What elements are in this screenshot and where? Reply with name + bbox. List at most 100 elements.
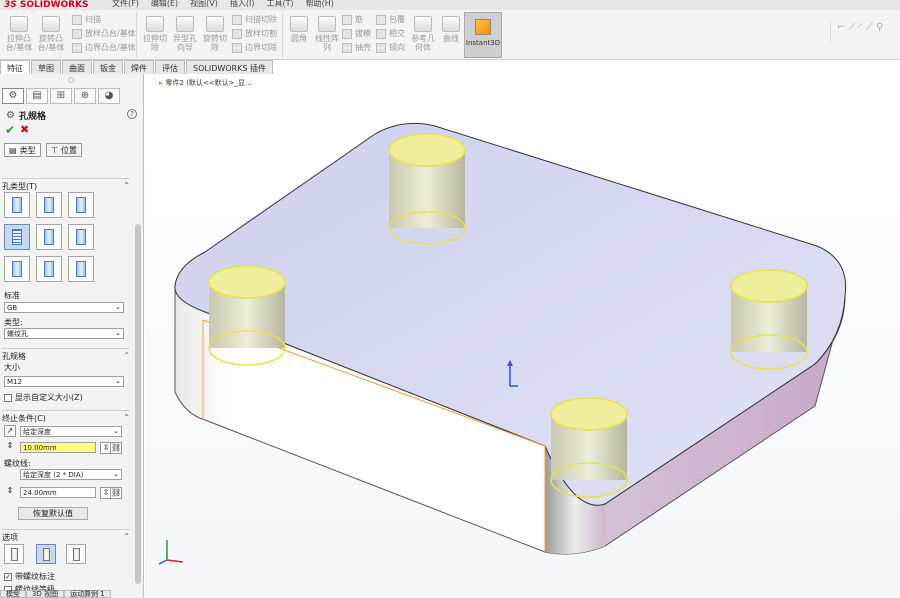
size-label: 大小 [4, 363, 20, 372]
feature-manager-tab-icon[interactable]: ⚙ [2, 88, 24, 104]
fillet-button[interactable]: 圆角 [284, 16, 314, 43]
collapse-chevron-icon[interactable]: ⌃ [123, 351, 130, 362]
draft-button[interactable]: 拔模 [342, 28, 371, 39]
tab-weldments[interactable]: 焊件 [124, 60, 154, 74]
standard-select[interactable]: GB ⌄ [4, 302, 124, 313]
intersect-button[interactable]: 相交 [376, 28, 405, 39]
tapered-tap-button[interactable] [36, 224, 62, 250]
options-header: 选项 [2, 533, 18, 542]
configuration-manager-tab-icon[interactable]: ⊞ [50, 88, 72, 104]
menu-help[interactable]: 帮助(H) [306, 0, 334, 9]
hole-type-grid [4, 192, 94, 282]
tab-addins[interactable]: SOLIDWORKS 插件 [186, 60, 273, 74]
menu-file[interactable]: 文件(F) [112, 0, 139, 9]
depth-field[interactable]: 10.00mm [20, 442, 96, 453]
options-section: 选项 ⌃ [2, 529, 130, 543]
chevron-down-icon: ⌄ [113, 427, 119, 435]
origin-triad-icon [507, 360, 518, 387]
sweep-cut-button[interactable]: 扫描切除 [232, 14, 277, 25]
display-manager-tab-icon[interactable]: ◕ [98, 88, 120, 104]
collapse-chevron-icon[interactable]: ⌃ [123, 532, 130, 543]
custom-size-checkbox[interactable]: 显示自定义大小(Z) [4, 392, 83, 403]
rib-button[interactable]: 筋 [342, 14, 363, 25]
sketch-tools-icon[interactable]: ⌐ ⟋ ◜ ⟋ ⚲ [830, 22, 898, 42]
panel-scrollbar[interactable] [135, 224, 141, 584]
simple-hole-button[interactable] [68, 192, 94, 218]
breadcrumb[interactable]: ▸ 零件2 (默认<<默认>_显... [159, 78, 252, 88]
curves-button[interactable]: 曲线 [436, 16, 466, 43]
restore-defaults-button[interactable]: 恢复默认值 [18, 507, 88, 520]
menu-view[interactable]: 视图(V) [190, 0, 218, 9]
reverse-direction-icon[interactable]: ↗ [4, 425, 16, 437]
tab-sketch[interactable]: 草图 [31, 60, 61, 74]
counterbore-hole-button[interactable] [4, 192, 30, 218]
wrap-button[interactable]: 包覆 [376, 14, 405, 25]
menu-edit[interactable]: 编辑(E) [151, 0, 178, 9]
thread-condition-select[interactable]: 给定深度 (2 * DIA) ⌄ [20, 469, 122, 480]
extrude-boss-button[interactable]: 拉伸凸台/基体 [4, 16, 34, 52]
link-icon[interactable]: ⛓ [110, 442, 122, 454]
legacy-hole-button[interactable] [68, 224, 94, 250]
tab-3d-views[interactable]: 3D 视图 [26, 590, 65, 598]
revolve-cut-button[interactable]: 旋转切除 [200, 16, 230, 52]
countersink-slot-button[interactable] [36, 256, 62, 282]
collapse-chevron-icon[interactable]: ⌃ [123, 413, 130, 424]
hole-wizard-button[interactable]: 异型孔向导 [170, 16, 200, 52]
counterbore-slot-button[interactable] [4, 256, 30, 282]
chevron-down-icon: ⌄ [113, 470, 119, 478]
slot-button[interactable] [68, 256, 94, 282]
ok-check-icon[interactable]: ✔ [5, 123, 15, 137]
tab-type[interactable]: ▤ 类型 [4, 143, 41, 157]
loft-cut-button[interactable]: 放样切割 [232, 28, 277, 39]
dimxpert-tab-icon[interactable]: ⊕ [74, 88, 96, 104]
cancel-x-icon[interactable]: ✖ [20, 123, 29, 136]
menu-tools[interactable]: 工具(T) [266, 0, 293, 9]
loft-button[interactable]: 放样凸台/基体 [72, 28, 136, 39]
linear-pattern-button[interactable]: 线性阵列 [312, 16, 342, 52]
end-condition-select[interactable]: 给定深度 ⌄ [20, 426, 122, 437]
tab-motion-study[interactable]: 运动算例 1 [64, 590, 111, 598]
boundary-cut-button[interactable]: 边界切除 [232, 42, 277, 53]
revolve-boss-button[interactable]: 旋转凸台/基体 [36, 16, 66, 52]
cosmetic-thread-button[interactable] [4, 544, 24, 564]
size-select[interactable]: M12 ⌄ [4, 376, 124, 387]
end-condition-section: 终止条件(C) ⌃ [2, 410, 130, 424]
wrap-icon [376, 14, 386, 25]
thread-depth-field[interactable]: 24.00mm [20, 487, 96, 498]
thread-display-button[interactable] [66, 544, 86, 564]
collapse-handle[interactable]: ○ [68, 76, 74, 84]
extrude-cut-button[interactable]: 拉伸切除 [140, 16, 170, 52]
thread-label: 螺纹线: [4, 459, 31, 468]
collapse-chevron-icon[interactable]: ⌃ [123, 181, 130, 192]
straight-tap-button[interactable] [4, 224, 30, 250]
tab-surfaces[interactable]: 曲面 [62, 60, 92, 74]
link-icon[interactable]: ⛓ [110, 487, 122, 499]
boss-back [388, 133, 466, 245]
graphics-area[interactable]: ▸ 零件2 (默认<<默认>_显... [145, 74, 900, 598]
countersink-hole-button[interactable] [36, 192, 62, 218]
property-manager-tab-icon[interactable]: ▤ [26, 88, 48, 104]
view-orientation-triad-icon [158, 540, 184, 565]
shell-button[interactable]: 抽壳 [342, 42, 371, 53]
property-title: ⚙ 孔规格 [6, 110, 46, 122]
help-icon[interactable]: ? [127, 109, 137, 119]
position-icon: ⊤ [51, 145, 58, 155]
solidworks-logo: 3S SOLIDWORKS [4, 0, 89, 10]
sweep-button[interactable]: 扫描 [72, 14, 101, 25]
thread-callout-checkbox[interactable]: ✓ 带螺纹标注 [4, 571, 55, 582]
tab-position[interactable]: ⊤ 位置 [46, 143, 82, 157]
hole-spec-section: 孔规格 ⌃ [2, 348, 130, 362]
instant3d-button[interactable]: Instant3D [464, 12, 502, 58]
part-model [174, 122, 847, 555]
remove-thread-button[interactable] [36, 544, 56, 564]
extrude-boss-icon [10, 16, 28, 32]
mirror-button[interactable]: 镜向 [376, 42, 405, 53]
reference-geometry-button[interactable]: 参考几何体 [408, 16, 438, 52]
boundary-button[interactable]: 边界凸台/基体 [72, 42, 136, 53]
menu-insert[interactable]: 插入(I) [230, 0, 255, 9]
tab-evaluate[interactable]: 评估 [155, 60, 185, 74]
type-select[interactable]: 螺纹孔 ⌄ [4, 328, 124, 339]
tab-sheet-metal[interactable]: 钣金 [93, 60, 123, 74]
tab-model[interactable]: 模型 [0, 590, 26, 598]
tab-features[interactable]: 特征 [0, 60, 30, 74]
